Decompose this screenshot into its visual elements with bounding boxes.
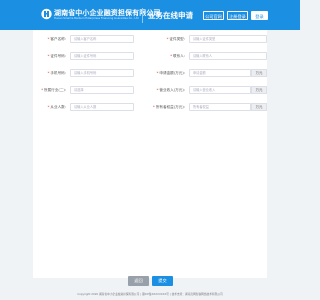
field-label-phone: *手机号码: xyxy=(47,71,66,75)
back-button[interactable]: 返回 xyxy=(128,276,149,286)
official-site-button[interactable]: 公司官网 xyxy=(203,11,224,20)
application-form xyxy=(33,30,267,278)
page-title: 业务在线申请 xyxy=(148,11,193,20)
id-number-input[interactable]: 请输入证件号码 xyxy=(70,52,134,60)
field-label-equity: *所有者权益(万元): xyxy=(153,105,185,109)
equity-input[interactable]: 所有者权益 xyxy=(189,103,251,111)
field-label-customer-name: *客户名称: xyxy=(47,37,66,41)
customer-name-input[interactable]: 请输入客户名称 xyxy=(70,35,134,43)
industry-select[interactable]: 请选择 xyxy=(70,86,134,94)
register-button[interactable]: 注册登录 xyxy=(227,11,248,20)
field-label-employees: *从业人数: xyxy=(47,105,66,109)
amount-unit: 万元 xyxy=(251,69,267,77)
submit-button[interactable]: 提交 xyxy=(152,276,173,286)
phone-input[interactable]: 请输入手机号码 xyxy=(70,69,134,77)
amount-input[interactable]: 申请金额 xyxy=(189,69,251,77)
field-label-id-number: *证件号码: xyxy=(47,54,66,58)
login-button[interactable]: 登录 xyxy=(251,11,268,20)
employees-input[interactable]: 请输入从业人数 xyxy=(70,103,134,111)
company-name-en: Hunan Small & Medium Enterprises Financi… xyxy=(54,17,139,20)
field-label-id-type: *证件类型: xyxy=(166,37,185,41)
header-divider xyxy=(142,8,143,23)
company-logo-icon xyxy=(41,8,52,20)
id-type-input[interactable]: 请输入证件类型 xyxy=(189,35,267,43)
field-label-contact: *联系人: xyxy=(170,54,185,58)
top-header: 湖南省中小企业融资担保有限公司 Hunan Small & Medium Ent… xyxy=(0,0,300,30)
revenue-input[interactable]: 请输入营业收入 xyxy=(189,86,251,94)
equity-unit: 万元 xyxy=(251,103,267,111)
field-label-revenue: *营业收入(万元): xyxy=(156,88,185,92)
revenue-unit: 万元 xyxy=(251,86,267,94)
contact-input[interactable]: 请输入联系人 xyxy=(189,52,267,60)
field-label-industry: *所属行业(二): xyxy=(41,88,66,92)
field-label-amount: *申请金额(万元): xyxy=(156,71,185,75)
footer-copyright: Copyright 2020 湖南省中小企业融资担保有限公司 | 湘ICP备XX… xyxy=(77,292,223,296)
